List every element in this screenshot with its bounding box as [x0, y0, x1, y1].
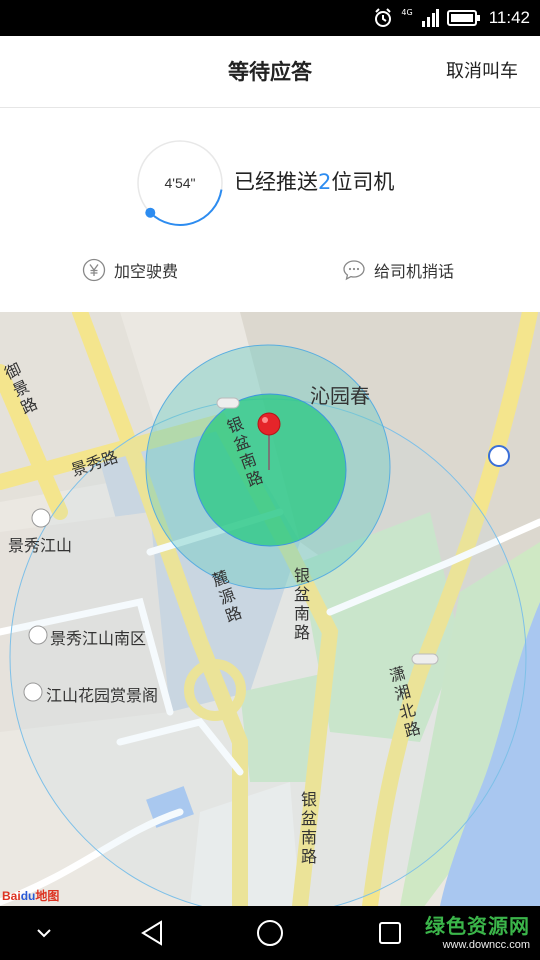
road-yinpen-nan-3: 银盆南路: [300, 790, 317, 866]
poi-jiangshan-garden: 江山花园赏景阁: [46, 686, 159, 705]
system-nav-bar: 绿色资源网 www.downcc.com: [0, 906, 540, 960]
nav-home-button[interactable]: [250, 906, 290, 960]
countdown-timer: 4'54": [135, 138, 225, 228]
timer-text: 4'54": [164, 175, 196, 191]
back-triangle-icon: [141, 920, 162, 946]
driver-count: 2: [318, 170, 332, 194]
watermark: 绿色资源网 www.downcc.com: [425, 910, 530, 951]
watermark-name: 绿色资源网: [425, 914, 530, 938]
network-type: 4G: [401, 7, 413, 17]
poi-qinyuanchun: 沁园春: [310, 384, 370, 408]
map-canvas: [0, 312, 540, 906]
signal-icon: [421, 9, 439, 27]
cancel-ride-button[interactable]: 取消叫车: [446, 36, 518, 108]
push-status: 已经推送2位司机: [234, 166, 394, 196]
battery-icon: [446, 10, 480, 26]
message-driver-label: 给司机捎话: [374, 262, 455, 281]
alarm-icon: [375, 8, 392, 27]
recent-square-icon: [379, 922, 401, 944]
add-fee-button[interactable]: 加空驶费: [82, 256, 178, 284]
chat-icon: [343, 260, 365, 281]
add-fee-label: 加空驶费: [114, 262, 179, 281]
road-yinpen-nan-2: 银盆南路: [293, 566, 310, 642]
poi-jingxiu-jiangshan: 景秀江山: [8, 536, 73, 555]
push-suffix: 位司机: [331, 170, 395, 194]
nav-back-button[interactable]: [132, 906, 172, 960]
status-bar: 4G 11:42: [0, 0, 540, 36]
clock: 11:42: [488, 8, 530, 27]
watermark-url: www.downcc.com: [442, 939, 530, 951]
map-view[interactable]: 沁园春 景秀江山 景秀江山南区 江山花园赏景阁 景秀路 御景路 银盆南路 银盆南…: [0, 312, 540, 906]
home-circle-icon: [257, 920, 283, 946]
poi-jingxiu-jiangshan-south: 景秀江山南区: [50, 629, 147, 648]
waiting-panel: 4'54" 已经推送2位司机 加空驶费 给司机捎话: [0, 108, 540, 312]
yen-icon: [82, 258, 106, 282]
app-header: 等待应答 取消叫车: [0, 36, 540, 108]
nav-collapse-button[interactable]: [28, 906, 60, 960]
push-prefix: 已经推送: [234, 170, 318, 194]
nav-recent-button[interactable]: [372, 906, 408, 960]
chevron-down-icon: [37, 929, 51, 938]
baidu-map-logo: Baidu地图: [2, 889, 60, 903]
message-driver-button[interactable]: 给司机捎话: [342, 256, 454, 284]
